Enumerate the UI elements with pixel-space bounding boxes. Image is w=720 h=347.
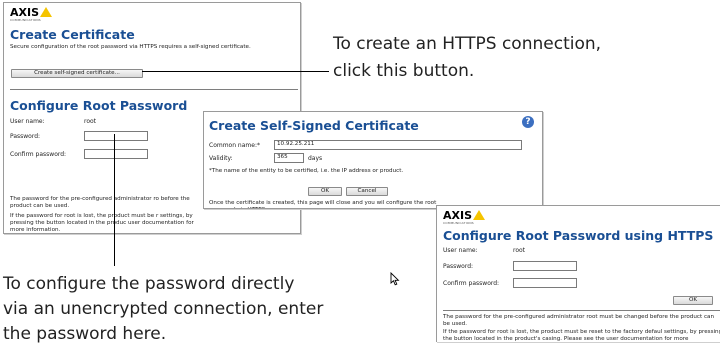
https-callout-line1: To create an HTTPS connection, bbox=[333, 34, 602, 54]
direct-callout-line2: via an unencrypted connection, enter bbox=[3, 299, 324, 319]
lost-password-note: If the password for root is lost, the pr… bbox=[10, 213, 194, 233]
direct-callout-pointer bbox=[114, 134, 115, 266]
validity-unit: days bbox=[308, 155, 323, 162]
logo-subtext: COMMUNICATIONS bbox=[443, 221, 474, 225]
ok-button[interactable]: OK bbox=[673, 296, 713, 305]
logo-triangle-icon bbox=[40, 7, 53, 17]
password-field[interactable] bbox=[84, 131, 148, 141]
user-name-label: User name: bbox=[443, 247, 478, 254]
https-callout-line2: click this button. bbox=[333, 61, 475, 81]
logo-subtext: COMMUNICATIONS bbox=[10, 18, 41, 22]
create-certificate-button[interactable]: Create self-signed certificate... bbox=[11, 69, 143, 78]
after-create-note: Once the certificate is created, this pa… bbox=[209, 200, 437, 208]
divider bbox=[443, 310, 720, 311]
direct-callout-line1: To configure the password directly bbox=[3, 274, 295, 294]
common-name-input[interactable]: 10.92.25.211 bbox=[274, 140, 522, 150]
common-name-footnote: *The name of the entity to be certified,… bbox=[209, 168, 404, 174]
password-label: Password: bbox=[443, 263, 474, 270]
user-name-label: User name: bbox=[10, 118, 45, 125]
user-name-value: root bbox=[84, 118, 97, 125]
https-callout-pointer bbox=[142, 71, 329, 72]
axis-logo: AXIS COMMUNICATIONS bbox=[10, 6, 53, 22]
mouse-cursor-icon bbox=[390, 272, 400, 286]
confirm-password-label: Confirm password: bbox=[443, 280, 500, 287]
divider bbox=[10, 89, 298, 90]
axis-logo: AXIS COMMUNICATIONS bbox=[443, 209, 486, 225]
password-label: Password: bbox=[10, 133, 41, 140]
logo-text: AXIS bbox=[10, 6, 40, 19]
page-title: Create Certificate bbox=[10, 27, 135, 42]
self-signed-certificate-dialog: Create Self-Signed Certificate ? Common … bbox=[203, 111, 543, 209]
https-page-title: Configure Root Password using HTTPS bbox=[443, 228, 714, 243]
confirm-password-field[interactable] bbox=[84, 149, 148, 159]
confirm-password-label: Confirm password: bbox=[10, 151, 67, 158]
help-icon[interactable]: ? bbox=[522, 116, 534, 128]
logo-text: AXIS bbox=[443, 209, 473, 222]
validity-input[interactable]: 365 bbox=[274, 153, 304, 163]
user-name-value: root bbox=[513, 247, 526, 254]
password-field[interactable] bbox=[513, 261, 577, 271]
lost-password-note: If the password for root is lost, the pr… bbox=[443, 329, 720, 342]
direct-callout-line3: the password here. bbox=[3, 324, 167, 344]
common-name-label: Common name:* bbox=[209, 142, 260, 149]
validity-label: Validity: bbox=[209, 155, 233, 162]
certificate-description: Secure configuration of the root passwor… bbox=[10, 44, 251, 50]
logo-triangle-icon bbox=[473, 210, 486, 220]
ok-button[interactable]: OK bbox=[308, 187, 342, 196]
cancel-button[interactable]: Cancel bbox=[346, 187, 388, 196]
dialog-title: Create Self-Signed Certificate bbox=[209, 118, 419, 133]
section-title: Configure Root Password bbox=[10, 98, 188, 113]
confirm-password-field[interactable] bbox=[513, 278, 577, 288]
admin-note: The password for the pre-configured admi… bbox=[443, 314, 714, 327]
admin-note: The password for the pre-configured admi… bbox=[10, 196, 190, 209]
https-password-window: AXIS COMMUNICATIONS Configure Root Passw… bbox=[436, 205, 720, 342]
